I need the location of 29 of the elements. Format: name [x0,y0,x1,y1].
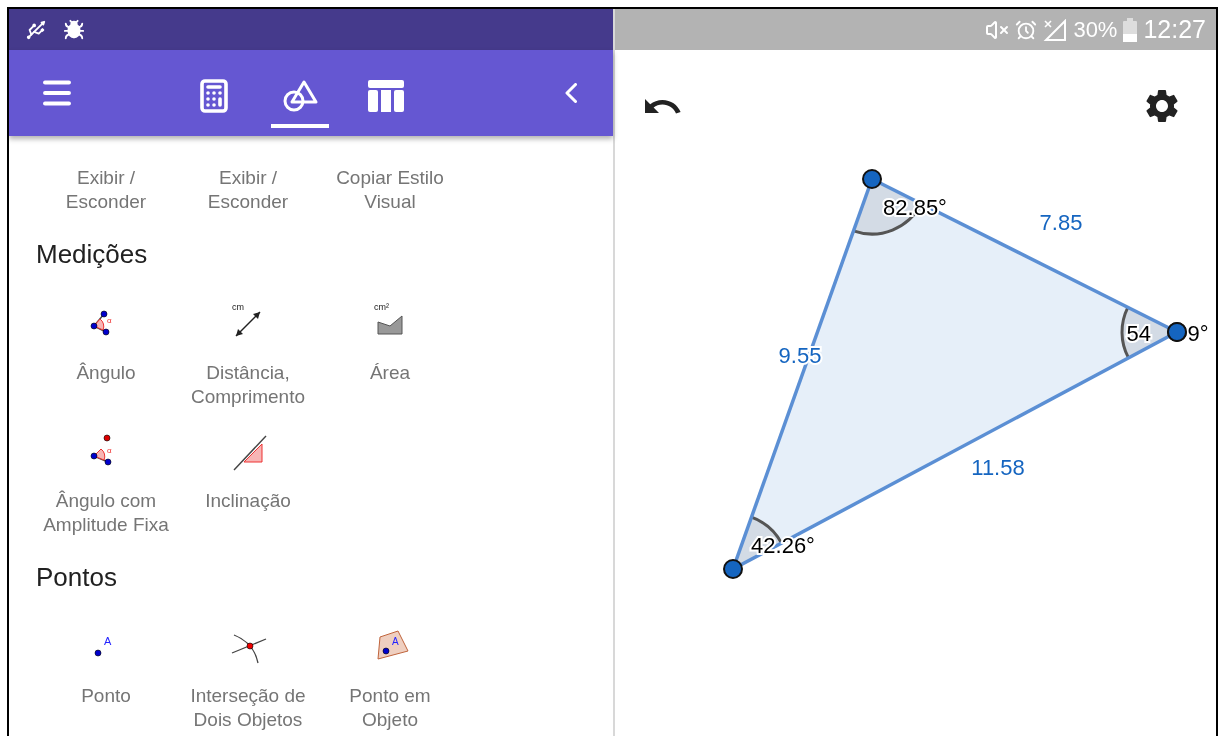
side-length-label: 11.58 [971,454,1025,480]
tool-label[interactable]: Copiar Estilo Visual [336,166,444,214]
signal-icon [1043,18,1068,41]
angle-label: 9° [1187,320,1209,346]
tool-label[interactable]: Exibir / Esconder [65,166,147,214]
section-heading: Medições [36,238,149,271]
collapse-button[interactable] [565,83,577,103]
section-heading: Pontos [36,561,118,594]
tool-label[interactable]: Inclinação [205,489,291,537]
tool-label[interactable]: Ângulo com Amplitude Fixa [43,489,169,537]
battery-level: 30% [1073,16,1118,43]
angle-label: 54 [1126,320,1151,346]
vertex-point[interactable] [1167,322,1187,342]
tool-label[interactable]: Ponto [81,684,131,732]
tool-label[interactable]: Exibir / Esconder [207,166,289,214]
tool-label[interactable]: Interseção de Dois Objetos [190,684,306,732]
tool-label[interactable]: Ângulo [76,361,136,409]
clock-time: 12:27 [1143,15,1206,44]
alarm-icon [1015,18,1038,41]
side-length-label: 7.85 [1039,209,1083,235]
tool-label[interactable]: Distância, Comprimento [190,361,305,409]
bug-icon [63,18,85,41]
angle-label: 82.85° [883,194,947,220]
usb-icon [25,18,47,41]
tool-label[interactable]: Ponto em Objeto [349,684,431,732]
battery-icon [1123,17,1138,42]
tool-label[interactable]: Área [369,361,411,409]
undo-icon[interactable] [645,98,681,114]
table-icon[interactable] [368,80,404,112]
